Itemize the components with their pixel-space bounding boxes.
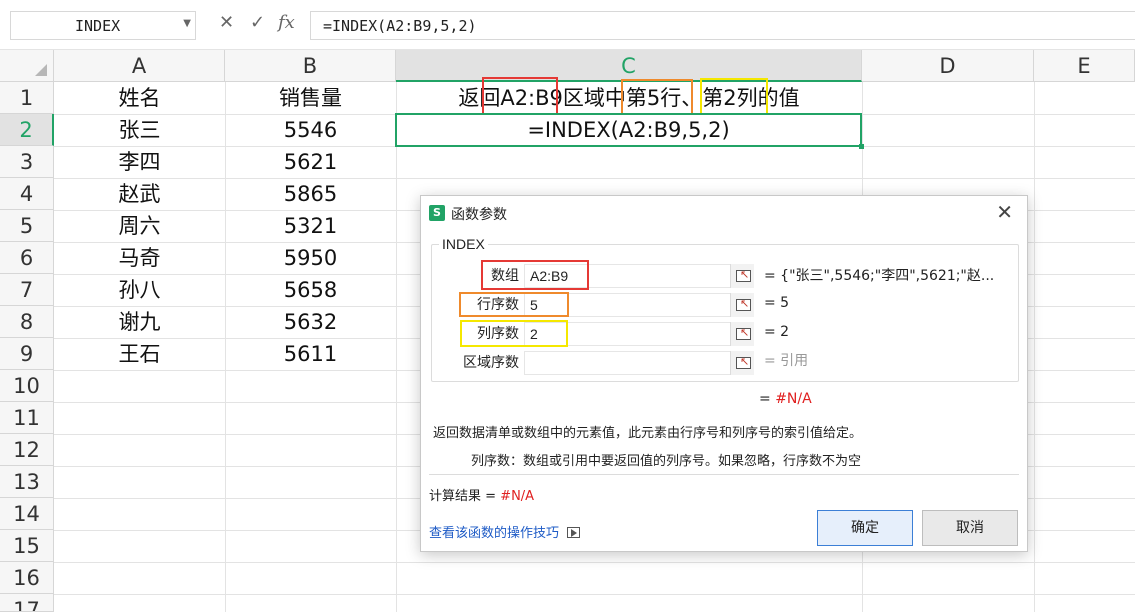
row-header-1[interactable]: 1: [0, 82, 54, 114]
formula-text: =INDEX(A2:B9,5,2): [323, 17, 477, 35]
grid-line: [54, 562, 1135, 563]
cell-c2-formula: =INDEX(A2:B9,5,2): [527, 118, 730, 142]
row-header-2[interactable]: 2: [0, 114, 54, 146]
fx-icon[interactable]: fx: [278, 12, 295, 33]
column-header-a[interactable]: A: [54, 50, 225, 82]
column-header-b[interactable]: B: [225, 50, 396, 82]
cell-a7[interactable]: 孙八: [54, 274, 225, 306]
row-header-11[interactable]: 11: [0, 402, 54, 434]
grid-line: [396, 82, 397, 612]
formula-result-line: = #N/A: [759, 391, 812, 407]
column-highlight-box: [700, 78, 768, 116]
column-arg-highlight-box: [460, 320, 568, 347]
name-box-value: INDEX: [75, 17, 121, 35]
cell-b6[interactable]: 5950: [225, 242, 396, 274]
row-header-8[interactable]: 8: [0, 306, 54, 338]
cell-a8[interactable]: 谢九: [54, 306, 225, 338]
ok-button[interactable]: 确定: [817, 510, 913, 546]
range-select-icon[interactable]: [730, 351, 754, 375]
c1-text-part: 区域中: [562, 86, 626, 110]
enter-icon[interactable]: ✓: [250, 12, 265, 33]
dialog-title: 函数参数: [451, 207, 507, 223]
wps-app-icon: S: [429, 205, 445, 221]
cell-a6[interactable]: 马奇: [54, 242, 225, 274]
function-tips-label: 查看该函数的操作技巧: [429, 526, 560, 541]
row-arg-highlight-box: [459, 292, 569, 317]
row-highlight-box: [621, 79, 693, 115]
cell-a3[interactable]: 李四: [54, 146, 225, 178]
calc-label: 计算结果 =: [429, 489, 497, 504]
divider: [429, 474, 1019, 475]
cell-b2[interactable]: 5546: [225, 114, 396, 146]
cell-b7[interactable]: 5658: [225, 274, 396, 306]
arg-result-array: = {"张三",5546;"李四",5621;"赵...: [764, 268, 995, 284]
select-all-corner[interactable]: [0, 50, 54, 82]
dialog-title-bar[interactable]: S 函数参数 ✕: [421, 196, 1027, 230]
row-header-17[interactable]: 17: [0, 594, 54, 612]
row-header-6[interactable]: 6: [0, 242, 54, 274]
array-highlight-box: [481, 260, 589, 290]
cell-b8[interactable]: 5632: [225, 306, 396, 338]
function-name-label: INDEX: [439, 236, 488, 252]
row-header-7[interactable]: 7: [0, 274, 54, 306]
range-select-icon[interactable]: [730, 264, 754, 288]
formula-bar: INDEX ▼ ✕ ✓ fx =INDEX(A2:B9,5,2): [0, 0, 1135, 50]
formula-input[interactable]: =INDEX(A2:B9,5,2): [310, 11, 1135, 40]
cell-a1[interactable]: 姓名: [54, 82, 225, 114]
cell-a9[interactable]: 王石: [54, 338, 225, 370]
calc-value: #N/A: [500, 489, 535, 504]
row-header-16[interactable]: 16: [0, 562, 54, 594]
cell-b9[interactable]: 5611: [225, 338, 396, 370]
cell-a5[interactable]: 周六: [54, 210, 225, 242]
cell-b5[interactable]: 5321: [225, 210, 396, 242]
arg-result-row: = 5: [764, 295, 790, 311]
spreadsheet-app: INDEX ▼ ✕ ✓ fx =INDEX(A2:B9,5,2) A B C D…: [0, 0, 1135, 612]
row-header-9[interactable]: 9: [0, 338, 54, 370]
arg-label-area: 区域序数: [463, 355, 519, 371]
cell-b3[interactable]: 5621: [225, 146, 396, 178]
row-header-3[interactable]: 3: [0, 146, 54, 178]
row-header-14[interactable]: 14: [0, 498, 54, 530]
row-header-12[interactable]: 12: [0, 434, 54, 466]
cancel-icon[interactable]: ✕: [219, 12, 234, 33]
name-box[interactable]: INDEX ▼: [10, 11, 196, 40]
play-icon: [567, 527, 581, 538]
range-highlight-box: [482, 77, 558, 115]
cell-a4[interactable]: 赵武: [54, 178, 225, 210]
argument-help: 列序数：数组或引用中要返回值的列序号。如果忽略，行序数不为空: [471, 454, 862, 469]
row-header-15[interactable]: 15: [0, 530, 54, 562]
column-header-e[interactable]: E: [1034, 50, 1135, 82]
function-tips-link[interactable]: 查看该函数的操作技巧: [429, 522, 581, 541]
row-header-4[interactable]: 4: [0, 178, 54, 210]
formula-result-value: #N/A: [775, 391, 812, 407]
chevron-down-icon[interactable]: ▼: [183, 18, 191, 29]
row-header-5[interactable]: 5: [0, 210, 54, 242]
function-arguments-dialog: S 函数参数 ✕ INDEX 数组 A2:B9 = {"张三",5546;"李四…: [420, 195, 1028, 552]
column-header-c[interactable]: C: [396, 50, 862, 82]
grid-line: [54, 594, 1135, 595]
cell-a2[interactable]: 张三: [54, 114, 225, 146]
arg-result-area: = 引用: [764, 353, 809, 369]
arg-result-column: = 2: [764, 324, 790, 340]
cell-c2-active[interactable]: =INDEX(A2:B9,5,2): [395, 113, 864, 149]
range-select-icon[interactable]: [730, 322, 754, 346]
column-header-d[interactable]: D: [862, 50, 1034, 82]
arg-input-area[interactable]: [524, 351, 754, 375]
row-header-13[interactable]: 13: [0, 466, 54, 498]
close-icon[interactable]: ✕: [996, 200, 1013, 224]
row-header-10[interactable]: 10: [0, 370, 54, 402]
calculation-result: 计算结果 = #N/A: [429, 485, 534, 504]
function-description: 返回数据清单或数组中的元素值，此元素由行序号和列序号的索引值给定。: [433, 426, 863, 441]
grid-line: [1034, 82, 1035, 612]
cell-b1[interactable]: 销售量: [225, 82, 396, 114]
cancel-button[interactable]: 取消: [922, 510, 1018, 546]
formula-result-prefix: =: [759, 391, 771, 407]
range-select-icon[interactable]: [730, 293, 754, 317]
cell-b4[interactable]: 5865: [225, 178, 396, 210]
